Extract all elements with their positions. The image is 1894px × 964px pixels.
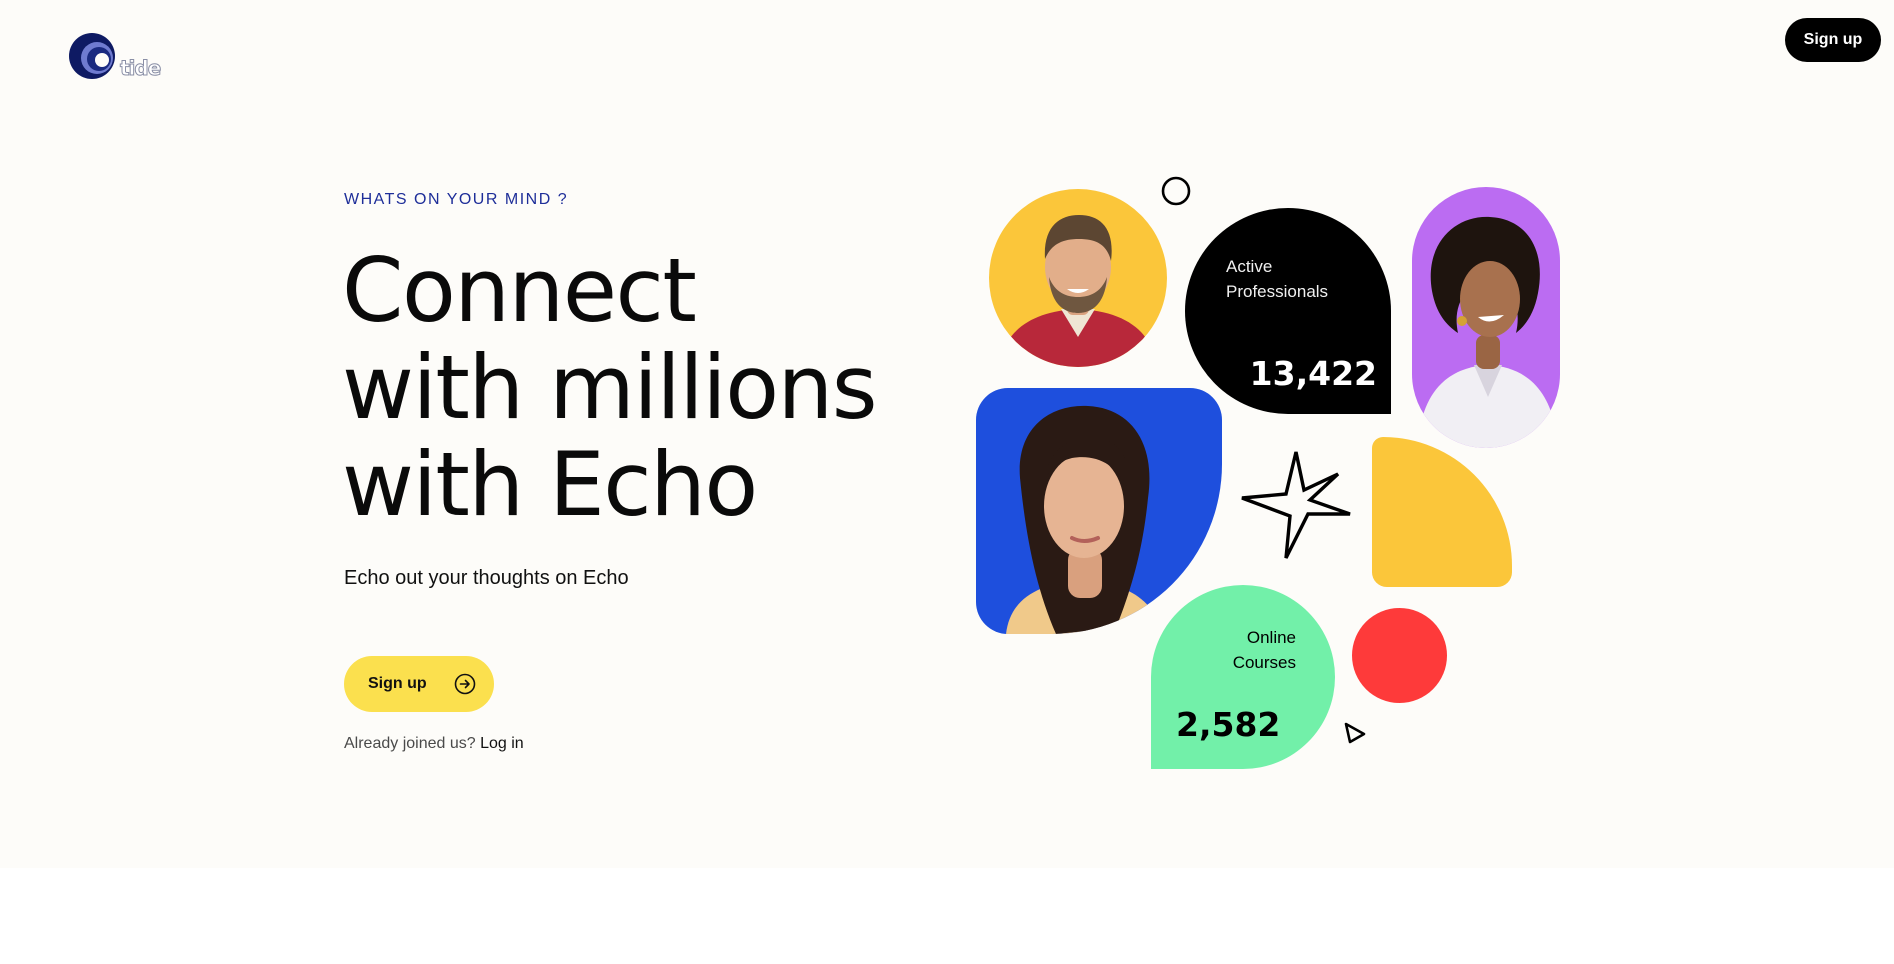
hero-signup-label: Sign up	[368, 675, 427, 692]
hero-subtext: Echo out your thoughts on Echo	[344, 567, 629, 589]
header-signup-button[interactable]: Sign up	[1785, 18, 1881, 62]
login-link[interactable]: Log in	[480, 735, 524, 752]
stat-value: 2,582	[1176, 705, 1281, 744]
hero-headline: Connect with millions with Echo	[342, 242, 942, 533]
stat-label-line: Online	[1246, 628, 1296, 647]
logo-mark-icon	[69, 33, 115, 79]
sparkle-star-icon	[1238, 448, 1354, 564]
avatar-woman-curly-photo	[1412, 187, 1560, 448]
yellow-quarter-shape	[1372, 437, 1512, 587]
stat-label: Active Professionals	[1226, 254, 1328, 304]
headline-line: Connect	[342, 239, 697, 342]
headline-line: with Echo	[342, 433, 758, 536]
stat-label-line: Active	[1226, 257, 1273, 276]
stat-card-online-courses: Online Courses 2,582	[1151, 585, 1335, 769]
eyebrow-text: WHATS ON YOUR MIND ?	[344, 191, 569, 208]
hero-section: tide Sign up WHATS ON YOUR MIND ? Connec…	[0, 0, 1894, 868]
ring-icon	[1161, 176, 1191, 206]
headline-line: with millions	[342, 336, 878, 439]
stat-label-line: Courses	[1232, 653, 1296, 672]
login-prompt-text: Already joined us?	[344, 735, 476, 752]
stat-value: 13,422	[1249, 354, 1377, 393]
triangle-pointer-icon	[1342, 720, 1368, 746]
login-prompt: Already joined us? Log in	[344, 733, 524, 755]
logo-text: tide	[119, 56, 161, 80]
avatar-man-photo	[989, 189, 1167, 367]
logo[interactable]: tide	[68, 32, 164, 84]
avatar-woman-photo	[976, 388, 1222, 634]
stat-label-line: Professionals	[1226, 282, 1329, 301]
arrow-right-circle-icon	[454, 673, 476, 695]
stat-card-active-professionals: Active Professionals 13,422	[1185, 208, 1391, 414]
stat-label: Online Courses	[1233, 625, 1296, 675]
hero-signup-button[interactable]: Sign up	[344, 656, 494, 712]
red-circle-shape	[1352, 608, 1447, 703]
